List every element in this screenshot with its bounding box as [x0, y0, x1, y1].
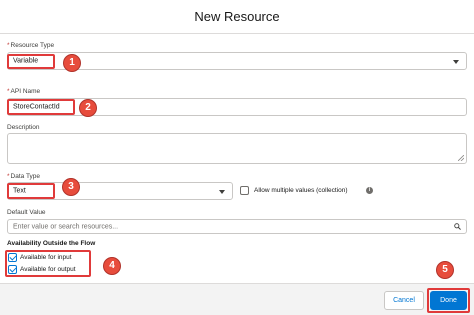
modal-header: New Resource	[0, 0, 474, 34]
description-textarea[interactable]	[7, 133, 467, 164]
search-icon	[454, 223, 461, 230]
annotation-box-3	[7, 183, 55, 199]
default-value-label: Default Value	[7, 209, 46, 216]
annotation-box-5	[427, 288, 470, 313]
annotation-badge-2: 2	[79, 99, 97, 117]
data-type-label: *Data Type	[7, 173, 41, 180]
api-name-input[interactable]: StoreContactId	[7, 98, 467, 116]
modal-title: New Resource	[194, 9, 280, 24]
chevron-down-icon	[219, 190, 225, 194]
annotation-badge-5: 5	[436, 261, 454, 279]
api-name-label: *API Name	[7, 88, 41, 95]
resource-type-label: *Resource Type	[7, 42, 55, 49]
allow-multiple-checkbox[interactable]	[240, 186, 249, 195]
availability-title: Availability Outside the Flow	[7, 240, 96, 247]
annotation-box-2	[7, 99, 75, 115]
description-label: Description	[7, 124, 40, 131]
chevron-down-icon	[453, 60, 459, 64]
annotation-badge-3: 3	[62, 178, 80, 196]
cancel-button[interactable]: Cancel	[384, 291, 424, 310]
resize-handle-icon[interactable]	[458, 155, 464, 161]
annotation-badge-1: 1	[63, 54, 81, 72]
default-value-placeholder: Enter value or search resources...	[13, 223, 119, 230]
allow-multiple-label: Allow multiple values (collection)	[254, 187, 348, 194]
annotation-badge-4: 4	[103, 257, 121, 275]
annotation-box-4	[5, 250, 91, 277]
annotation-box-1	[7, 54, 55, 69]
default-value-input[interactable]: Enter value or search resources...	[7, 219, 467, 234]
info-icon: i	[366, 187, 373, 194]
